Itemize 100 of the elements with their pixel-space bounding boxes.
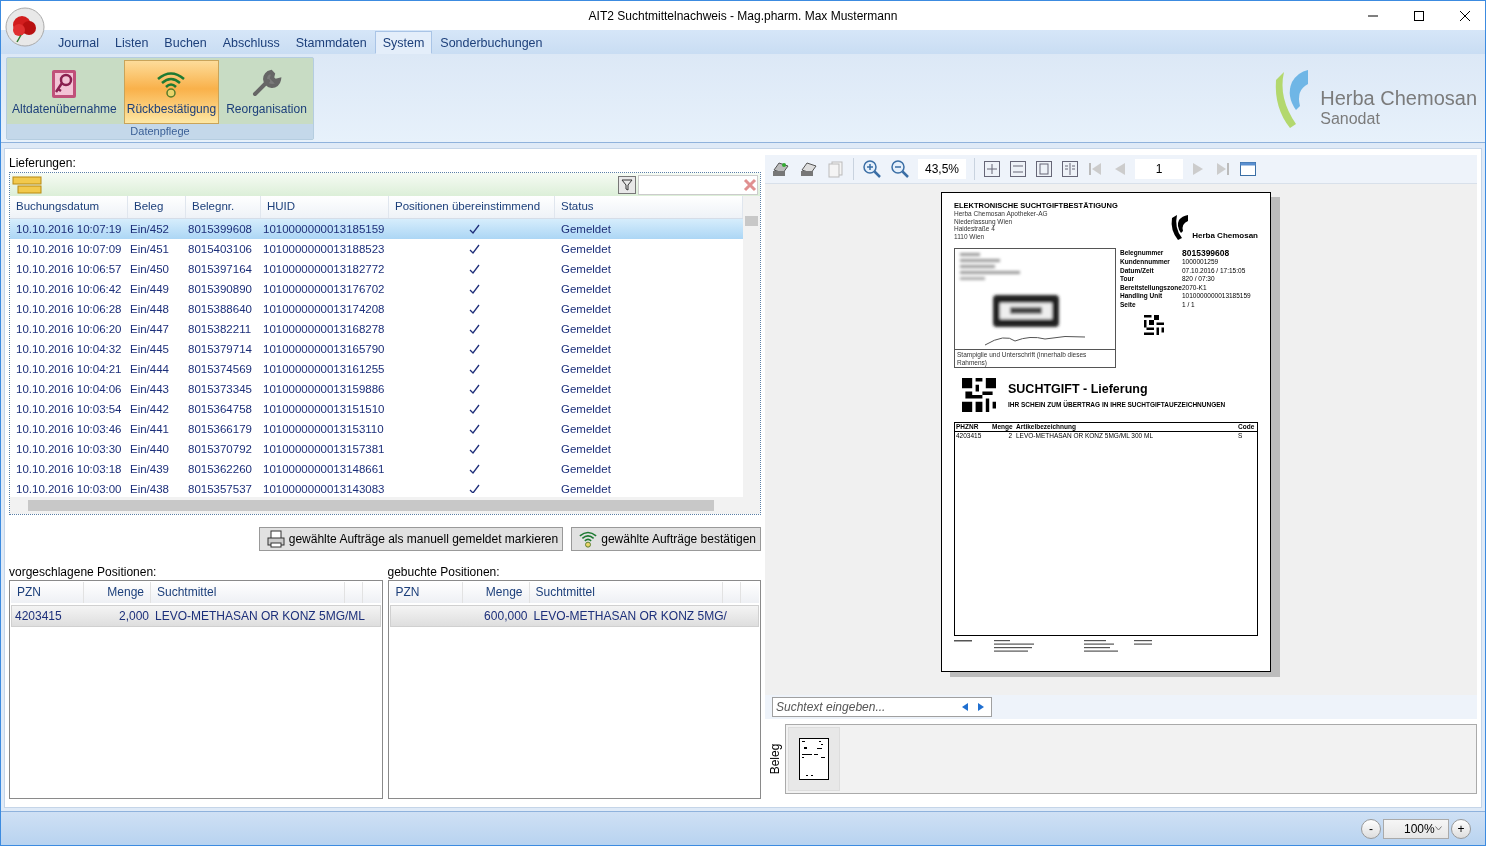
table-row[interactable]: 10.10.2016 10:06:42 Ein/449 8015390890 1010000000013176702 Gemeldet [10, 279, 743, 299]
table-cell-text: 1010000000013182772 [262, 263, 386, 275]
window-icon[interactable] [1239, 161, 1257, 177]
column-header[interactable]: PZN [11, 582, 84, 603]
table-row[interactable]: 10.10.2016 10:04:32 Ein/445 8015379714 1010000000013165790 Gemeldet [10, 339, 743, 359]
table-cell-text: 8015399608 [187, 223, 253, 235]
table-cell-text: 8015366179 [187, 423, 253, 435]
column-header[interactable]: Menge [462, 582, 530, 603]
zoom-field[interactable]: 43,5% [918, 159, 966, 179]
fit-width-icon[interactable] [1009, 160, 1027, 178]
search-field[interactable]: Suchtext eingeben... [772, 697, 992, 717]
printer-icon[interactable] [799, 160, 819, 178]
table-cell: 4203415 [15, 609, 62, 623]
column-header[interactable]: Suchtmittel [529, 582, 723, 603]
two-pages-icon[interactable] [1061, 160, 1079, 178]
table-cell-text: 10.10.2016 10:03:18 [15, 463, 123, 475]
table-row[interactable]: 10.10.2016 10:06:20 Ein/447 8015382211 1010000000013168278 Gemeldet [10, 319, 743, 339]
menu-tab[interactable]: Abschluss [214, 31, 288, 54]
table-cell-text: 10.10.2016 10:06:57 [15, 263, 123, 275]
table-cell-text: 1010000000013168278 [262, 323, 386, 335]
table-cell-text: LEVO-METHASAN OR KONZ 5MG/ [532, 609, 728, 623]
printer-icon[interactable] [771, 160, 791, 178]
table-cell-text: Gemeldet [560, 463, 612, 475]
clear-icon[interactable] [743, 177, 757, 192]
qr-code-icon [1144, 315, 1164, 335]
table-row[interactable]: 10.10.2016 10:03:30 Ein/440 8015370792 1010000000013157381 Gemeldet [10, 439, 743, 459]
table-row[interactable]: 10.10.2016 10:06:28 Ein/448 8015388640 1010000000013174208 Gemeldet [10, 299, 743, 319]
menu-tab[interactable]: Stammdaten [287, 31, 375, 54]
menu-tab[interactable]: Buchen [156, 31, 215, 54]
table-cell-text: 1010000000013157381 [262, 443, 386, 455]
ribbon-button[interactable]: Altdatenübernahme [9, 60, 120, 124]
single-page-icon[interactable] [1035, 160, 1053, 178]
table-row[interactable]: 10.10.2016 10:04:21 Ein/444 8015374569 1010000000013161255 Gemeldet [10, 359, 743, 379]
filter-field[interactable] [638, 174, 758, 195]
printer-icon [265, 529, 286, 549]
ribbon-button[interactable]: Reorganisation [223, 60, 310, 124]
column-header[interactable]: Menge [84, 582, 151, 603]
fit-page-icon[interactable] [983, 160, 1001, 178]
scrollbar[interactable] [10, 497, 760, 514]
next-icon[interactable] [976, 702, 986, 712]
table-cell-text: Gemeldet [560, 483, 612, 493]
table-cell-text: Ein/449 [129, 283, 170, 295]
table-cell-text: 10.10.2016 10:03:00 [15, 483, 123, 493]
table-cell-text: Ein/451 [129, 243, 170, 255]
table-cell-text: Ein/439 [129, 463, 170, 475]
previous-icon[interactable] [960, 702, 970, 712]
menu-tab[interactable]: Sonderbuchungen [432, 31, 551, 54]
zoom-out-button[interactable]: - [1361, 818, 1381, 839]
table-row[interactable]: 10.10.2016 10:04:06 Ein/443 8015373345 1010000000013159886 Gemeldet [10, 379, 743, 399]
filter-button[interactable] [618, 175, 636, 194]
table-row[interactable]: 10.10.2016 10:07:09 Ein/451 8015403106 1010000000013188523 Gemeldet [10, 239, 743, 259]
scrollbar[interactable] [743, 196, 760, 497]
zoom-in-button[interactable]: + [1451, 818, 1471, 839]
table-cell-text: 10.10.2016 10:03:46 [15, 423, 123, 435]
logo-name: Herba Chemosan [1320, 87, 1477, 110]
maximize-icon[interactable] [1413, 10, 1425, 22]
table-row[interactable]: 4203415 2,000 LEVO-METHASAN OR KONZ 5MG/ML [11, 605, 381, 627]
column-header[interactable]: Positionen übereinstimmend [389, 196, 555, 218]
table-row[interactable]: 10.10.2016 10:03:54 Ein/442 8015364758 1010000000013151510 Gemeldet [10, 399, 743, 419]
table-row[interactable]: 10.10.2016 10:03:18 Ein/439 8015362260 1010000000013148661 Gemeldet [10, 459, 743, 479]
column-header[interactable]: Buchungsdatum [10, 196, 128, 218]
zoom-in-icon[interactable] [862, 159, 882, 179]
menu-tab[interactable]: Listen [107, 31, 157, 54]
column-header[interactable]: HUID [261, 196, 389, 218]
column-header[interactable]: Belegnr. [186, 196, 261, 218]
table-cell-text: 8015382211 [187, 323, 253, 335]
table-row[interactable]: 10.10.2016 10:03:00 Ein/438 8015357537 1010000000013143083 Gemeldet [10, 479, 743, 493]
table-cell-text: Ein/438 [129, 483, 170, 493]
menu-tab[interactable]: System [374, 31, 433, 54]
action-button[interactable]: gewählte Aufträge als manuell gemeldet markieren [258, 527, 564, 551]
logo-icon [1170, 214, 1191, 240]
column-header[interactable]: PZN [389, 582, 463, 603]
zoom-dropdown[interactable]: 100% [1383, 818, 1449, 839]
section-label: gebuchte Positionen: [387, 564, 501, 580]
table-cell-text: 1010000000013159886 [262, 383, 386, 395]
table-cell-text: 10.10.2016 10:06:28 [15, 303, 123, 315]
table-cell-text: 10.10.2016 10:04:21 [15, 363, 123, 375]
page-thumbnail[interactable] [788, 727, 840, 791]
column-header[interactable]: Beleg [128, 196, 186, 218]
table-row[interactable]: 10.10.2016 10:06:57 Ein/450 8015397164 1010000000013182772 Gemeldet [10, 259, 743, 279]
column-header[interactable]: Suchtmittel [151, 582, 345, 603]
table-row[interactable]: 10.10.2016 10:07:19 Ein/452 8015399608 1010000000013185159 Gemeldet [10, 219, 743, 239]
table-cell-text: 8015370792 [187, 443, 253, 455]
zoom-out-icon[interactable] [890, 159, 910, 179]
logo-name: Herba Chemosan [1192, 231, 1258, 240]
menu-tab[interactable]: Journal [50, 31, 107, 54]
table-cell-text: 10.10.2016 10:07:09 [15, 243, 123, 255]
action-button[interactable]: gewählte Aufträge bestätigen [571, 527, 761, 551]
table-cell-text: 10.10.2016 10:06:20 [15, 323, 123, 335]
page-field[interactable]: 1 [1135, 159, 1183, 179]
table-cell-text: 10.10.2016 10:06:42 [15, 283, 123, 295]
section-label: Lieferungen: [9, 155, 77, 171]
ribbon-button[interactable]: Rückbestätigung [123, 60, 220, 124]
close-icon[interactable] [1459, 10, 1471, 22]
table-row[interactable]: 10.10.2016 10:03:46 Ein/441 8015366179 1010000000013153110 Gemeldet [10, 419, 743, 439]
table-row[interactable]: 600,000 LEVO-METHASAN OR KONZ 5MG/ [389, 605, 759, 627]
window-title: AIT2 Suchtmittelnachweis - Mag.pharm. Max Mustermann [588, 8, 898, 23]
table-cell-text: Gemeldet [560, 403, 612, 415]
section-label: vorgeschlagene Positionen: [9, 564, 158, 580]
table-cell-text: 8015373345 [187, 383, 253, 395]
